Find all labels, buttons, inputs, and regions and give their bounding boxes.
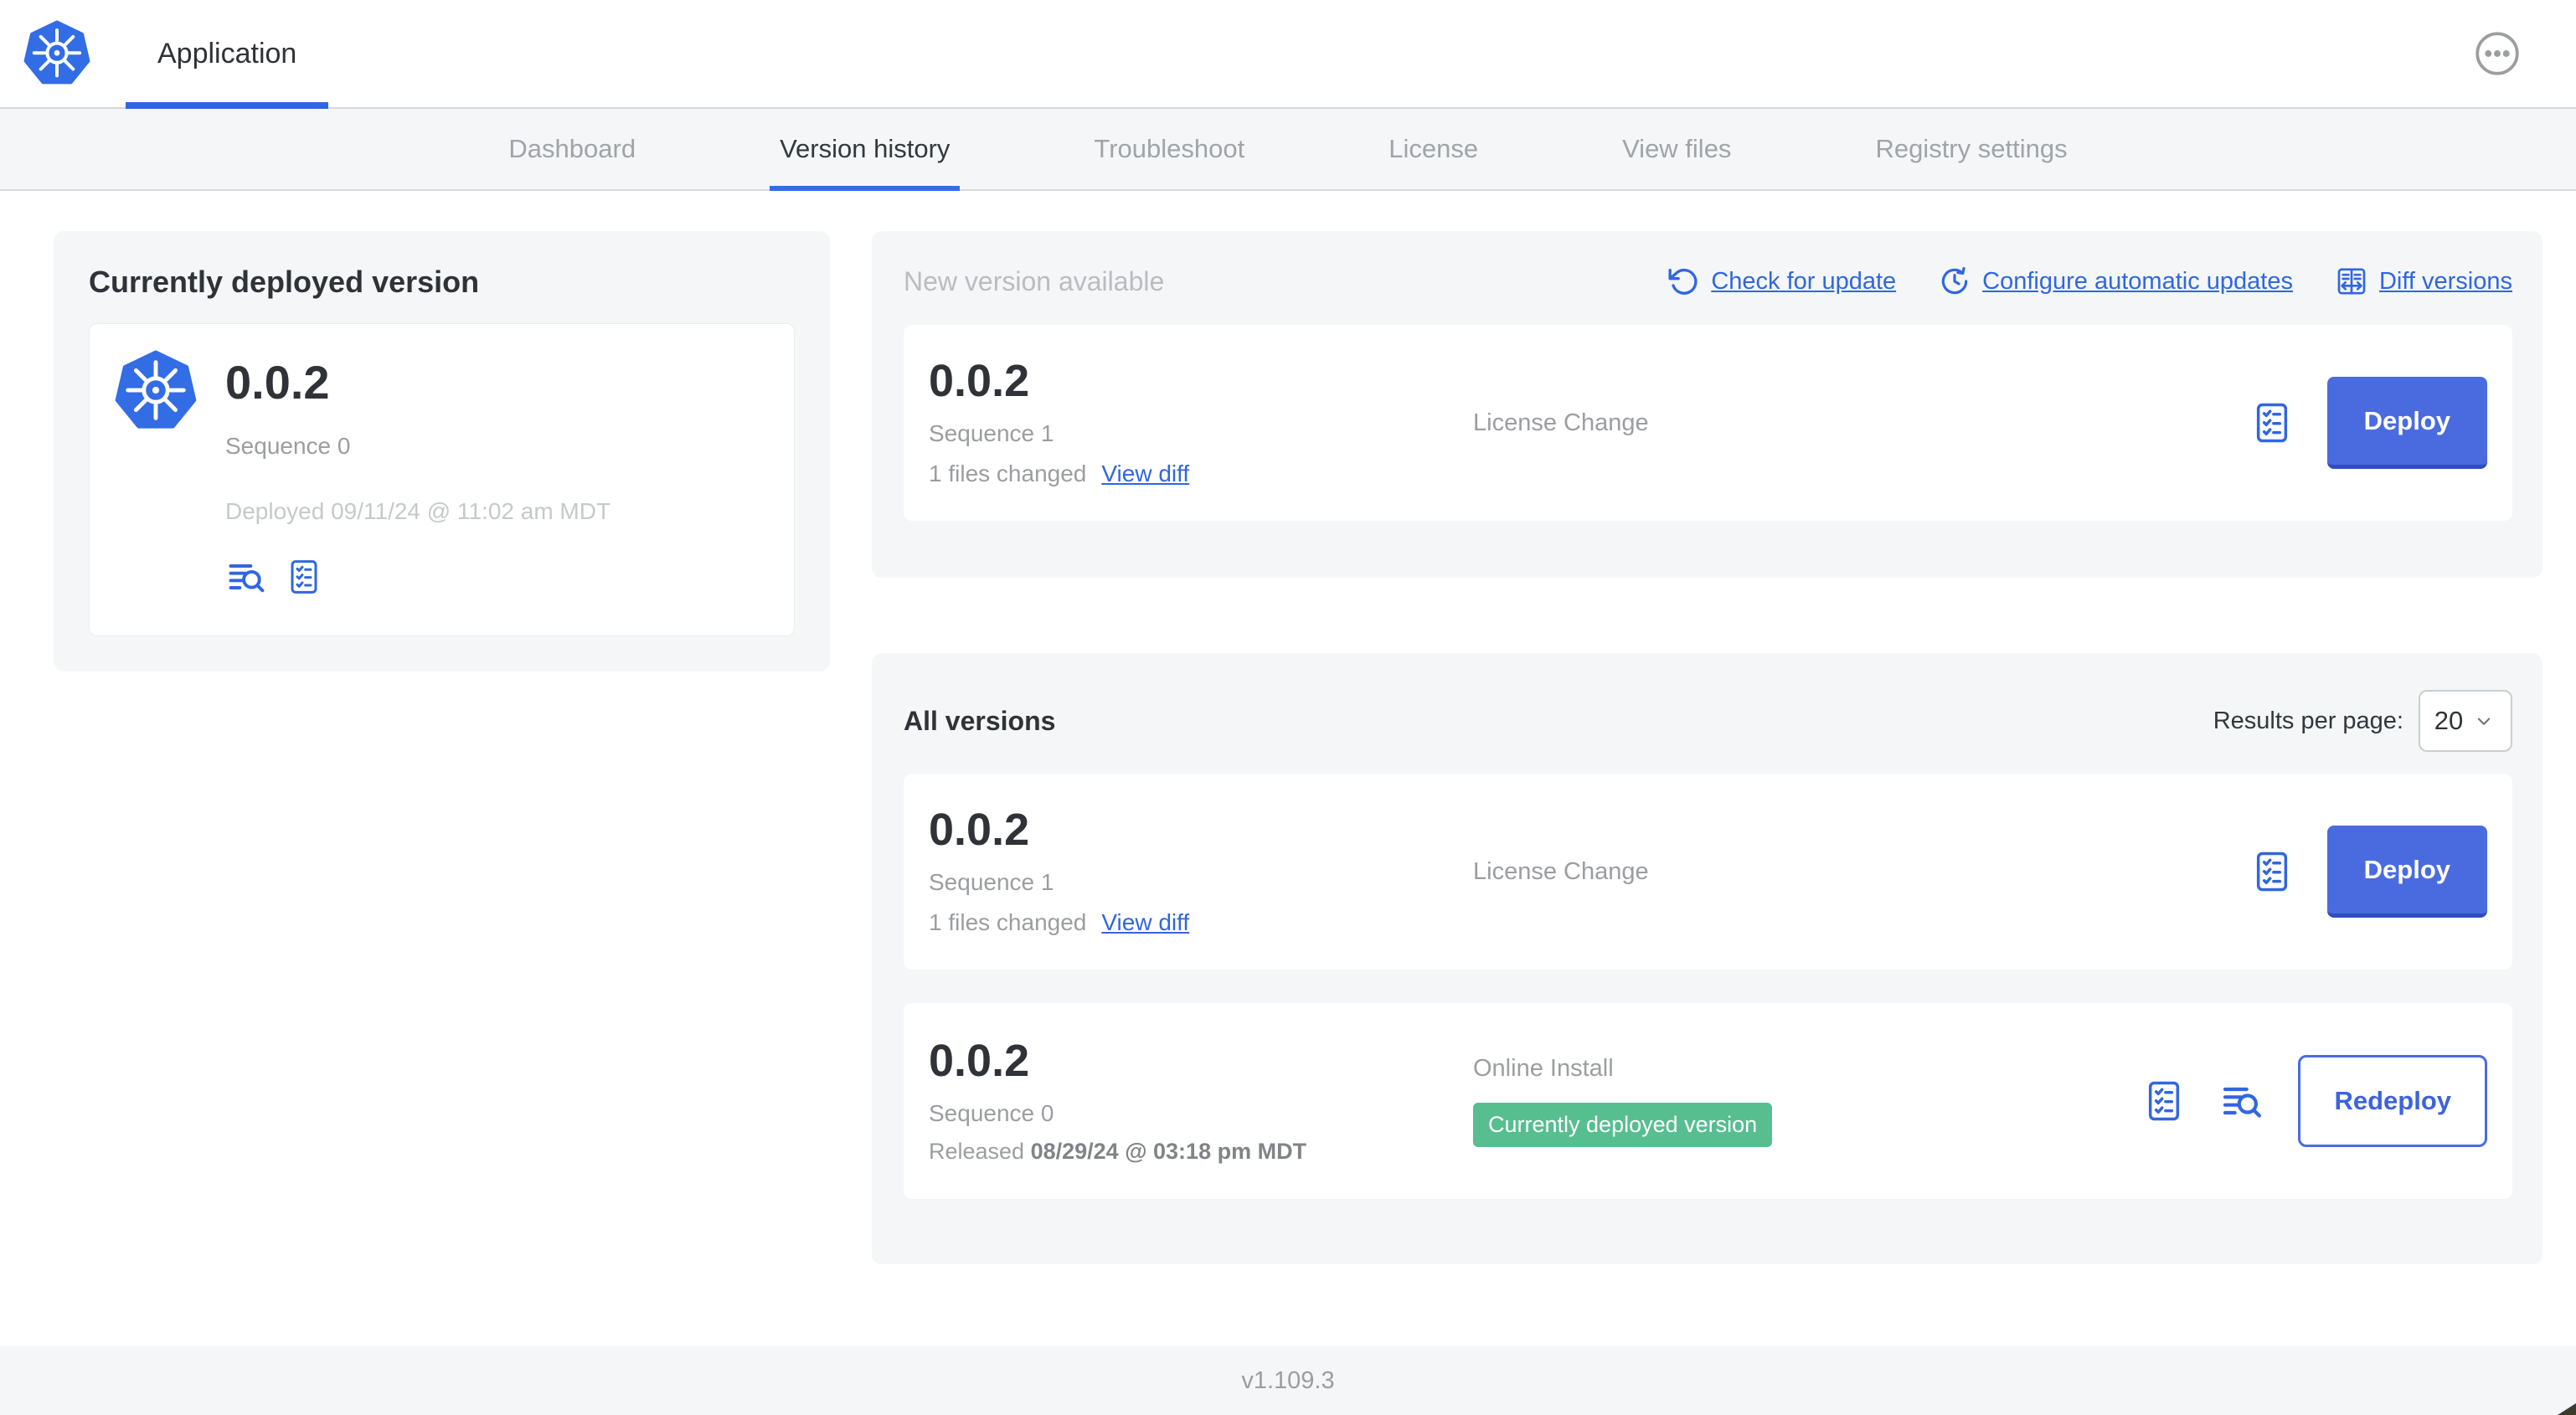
tab-label: Dashboard xyxy=(508,134,636,163)
deploy-logs-icon[interactable] xyxy=(225,555,269,599)
preflight-checks-icon[interactable] xyxy=(2249,848,2295,895)
diff-versions-link[interactable]: Diff versions xyxy=(2335,265,2512,298)
all-versions-panel: All versions Results per page: 20 0.0.2 … xyxy=(872,653,2543,1264)
version-actions: Deploy xyxy=(2249,826,2487,918)
redeploy-button[interactable]: Redeploy xyxy=(2298,1055,2487,1147)
version-sequence: Sequence 1 xyxy=(929,420,1054,446)
console-version: v1.109.3 xyxy=(1241,1366,1335,1394)
version-sequence: Sequence 1 xyxy=(929,869,1054,895)
deployed-timestamp: Deployed 09/11/24 @ 11:02 am MDT xyxy=(225,498,611,524)
released-line: Released 08/29/24 @ 03:18 pm MDT xyxy=(929,1139,1473,1165)
version-info: 0.0.2 Sequence 1 1 files changed View di… xyxy=(929,807,1473,936)
tab-label: Registry settings xyxy=(1875,134,2068,163)
results-per-page: Results per page: 20 xyxy=(2213,690,2512,752)
currently-deployed-badge: Currently deployed version xyxy=(1473,1102,1773,1148)
app-tab[interactable]: Application xyxy=(126,0,329,109)
version-number: 0.0.2 xyxy=(929,805,1030,855)
update-actions: Check for update Configure automatic upd… xyxy=(1667,265,2512,298)
version-info: 0.0.2 Sequence 0 Released 08/29/24 @ 03:… xyxy=(929,1038,1473,1165)
app-footer: v1.109.3 xyxy=(0,1346,2576,1415)
tab-license[interactable]: License xyxy=(1378,109,1488,189)
deployed-version-number: 0.0.2 xyxy=(225,356,330,409)
version-number: 0.0.2 xyxy=(929,356,1030,406)
tab-troubleshoot[interactable]: Troubleshoot xyxy=(1084,109,1255,189)
tab-label: License xyxy=(1388,134,1479,163)
version-actions: Deploy xyxy=(2249,377,2487,469)
app-tab-label: Application xyxy=(157,37,297,69)
app-header: Application xyxy=(0,0,2576,109)
version-source: License Change xyxy=(1473,857,1649,885)
scheduled-update-icon xyxy=(1938,265,1971,298)
tab-dashboard[interactable]: Dashboard xyxy=(498,109,646,189)
deploy-logs-icon[interactable] xyxy=(2219,1078,2266,1124)
rows-gap xyxy=(904,970,2512,1003)
released-date: 08/29/24 @ 03:18 pm MDT xyxy=(1030,1138,1307,1164)
configure-automatic-updates-label: Configure automatic updates xyxy=(1982,267,2293,295)
released-prefix: Released xyxy=(929,1138,1025,1164)
ellipsis-circle-icon xyxy=(2474,30,2521,77)
files-changed-text: 1 files changed xyxy=(929,461,1087,486)
version-source-block: Online Install Currently deployed versio… xyxy=(1473,1054,2141,1148)
version-source: Online Install xyxy=(1473,1054,1614,1082)
preflight-checks-icon[interactable] xyxy=(2249,399,2295,446)
version-number: 0.0.2 xyxy=(929,1035,1030,1086)
new-version-panel: New version available Check for update C… xyxy=(872,231,2543,578)
kubernetes-logo-icon xyxy=(115,347,197,435)
all-versions-title: All versions xyxy=(904,705,1056,736)
preflight-checks-icon[interactable] xyxy=(284,555,324,599)
all-versions-header: All versions Results per page: 20 xyxy=(904,690,2512,752)
new-version-title: New version available xyxy=(904,265,1165,296)
overflow-menu-button[interactable] xyxy=(2474,30,2521,77)
version-source: License Change xyxy=(1473,409,1649,436)
cursor-artifact xyxy=(2558,1403,2576,1415)
tab-registry-settings[interactable]: Registry settings xyxy=(1865,109,2077,189)
deployed-version-card: 0.0.2 Sequence 0 Deployed 09/11/24 @ 11:… xyxy=(89,323,795,636)
new-version-header: New version available Check for update C… xyxy=(904,260,2512,303)
subnav: Dashboard Version history Troubleshoot L… xyxy=(0,109,2576,191)
tab-label: Version history xyxy=(780,134,951,163)
configure-automatic-updates-link[interactable]: Configure automatic updates xyxy=(1938,265,2293,298)
new-version-row: 0.0.2 Sequence 1 1 files changed View di… xyxy=(904,325,2512,521)
version-actions: Redeploy xyxy=(2141,1055,2487,1147)
results-per-page-value: 20 xyxy=(2434,706,2464,735)
files-changed-line: 1 files changed View diff xyxy=(929,909,1473,936)
deployed-version-info: 0.0.2 Sequence 0 Deployed 09/11/24 @ 11:… xyxy=(225,346,611,607)
check-for-update-label: Check for update xyxy=(1711,267,1897,295)
diff-icon xyxy=(2335,265,2368,298)
right-column: New version available Check for update C… xyxy=(872,231,2543,1264)
currently-deployed-panel: Currently deployed version 0.0.2 Sequenc… xyxy=(54,231,830,671)
version-row: 0.0.2 Sequence 1 1 files changed View di… xyxy=(904,774,2512,970)
version-row: 0.0.2 Sequence 0 Released 08/29/24 @ 03:… xyxy=(904,1003,2512,1199)
check-for-update-link[interactable]: Check for update xyxy=(1667,265,1896,298)
currently-deployed-title: Currently deployed version xyxy=(89,265,480,299)
chevron-down-icon xyxy=(2471,708,2496,733)
deployed-action-icons xyxy=(225,555,611,599)
tab-view-files[interactable]: View files xyxy=(1612,109,1741,189)
kubernetes-logo-icon xyxy=(23,17,90,90)
version-sequence: Sequence 0 xyxy=(929,1099,1054,1126)
results-per-page-label: Results per page: xyxy=(2213,707,2403,734)
tab-label: View files xyxy=(1622,134,1732,163)
deploy-button[interactable]: Deploy xyxy=(2326,826,2487,918)
refresh-icon xyxy=(1667,265,1700,298)
view-diff-link[interactable]: View diff xyxy=(1101,909,1189,936)
preflight-checks-icon[interactable] xyxy=(2141,1078,2187,1124)
tab-label: Troubleshoot xyxy=(1094,134,1245,163)
tab-version-history[interactable]: Version history xyxy=(770,109,961,191)
view-diff-link[interactable]: View diff xyxy=(1101,461,1189,487)
files-changed-text: 1 files changed xyxy=(929,909,1087,935)
diff-versions-label: Diff versions xyxy=(2378,267,2512,295)
deployed-sequence: Sequence 0 xyxy=(225,433,351,459)
files-changed-line: 1 files changed View diff xyxy=(929,461,1473,487)
results-per-page-select[interactable]: 20 xyxy=(2419,690,2512,752)
main-content: Currently deployed version 0.0.2 Sequenc… xyxy=(0,191,2576,1264)
deploy-button[interactable]: Deploy xyxy=(2326,377,2487,469)
version-info: 0.0.2 Sequence 1 1 files changed View di… xyxy=(929,358,1473,487)
